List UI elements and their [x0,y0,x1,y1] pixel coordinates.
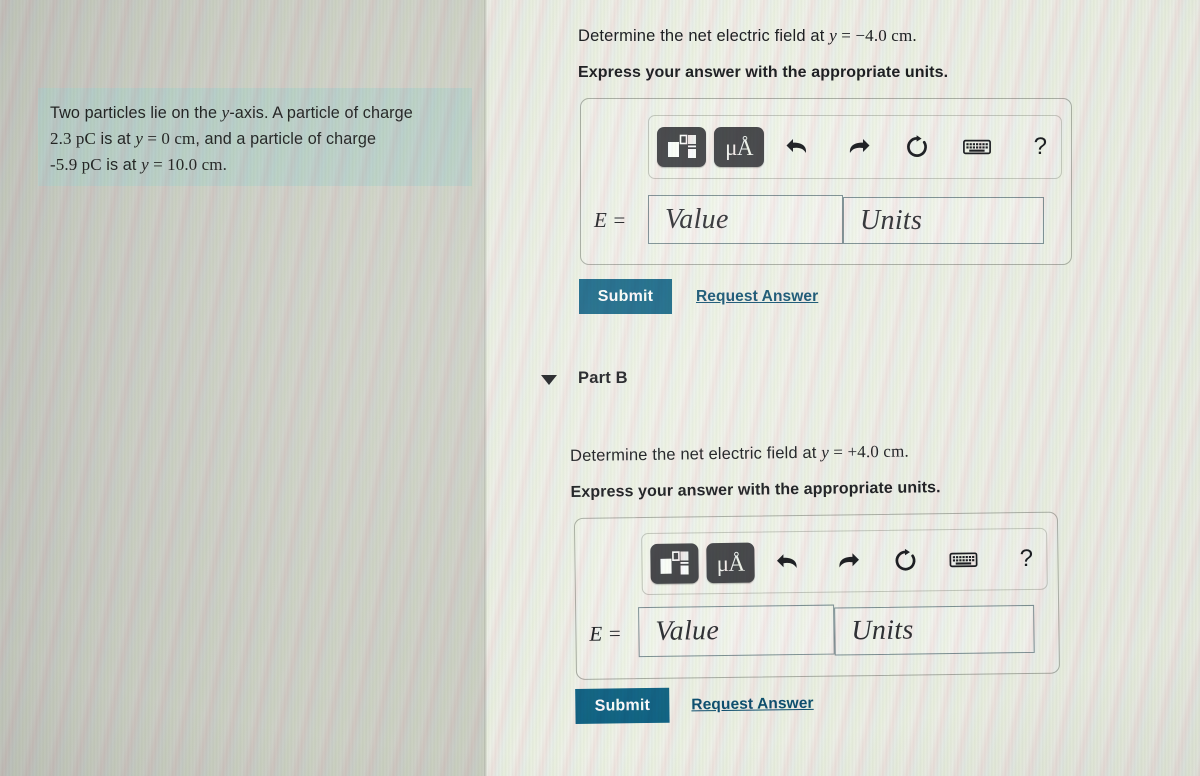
keyboard-icon [949,552,978,568]
part-b-collapse-toggle[interactable] [541,375,557,385]
part-a-submit-button[interactable]: Submit [579,279,672,314]
help-button-label: ? [1033,133,1047,160]
part-a-request-answer-link[interactable]: Request Answer [696,288,818,306]
part-b-value-input[interactable]: Value [638,604,835,658]
undo-arrow-icon [786,139,807,153]
units-button[interactable]: μÅ [706,542,755,584]
part-b-value-placeholder: Value [655,615,720,647]
redo-arrow-icon [849,139,870,153]
help-button[interactable]: ? [1020,127,1061,167]
math-template-button[interactable] [650,543,699,584]
reset-circle-icon [907,135,928,157]
part-b-title: Part B [578,369,628,387]
part-b-toolbar: μÅ ? [641,527,1048,596]
undo-button[interactable] [768,542,809,583]
screen-photo: Two particles lie on the y-axis. A parti… [0,0,1200,776]
undo-arrow-icon [777,554,797,569]
units-button-label: μÅ [716,550,745,576]
part-a-equation-label: E = [594,208,627,232]
help-button-label: ? [1019,544,1034,573]
keyboard-button[interactable] [943,540,984,581]
units-button-label: μÅ [725,134,754,160]
math-template-icon [667,134,696,158]
redo-button[interactable] [827,541,868,582]
part-b-units-input[interactable]: Units [834,604,1035,656]
part-b-submit-button[interactable]: Submit [575,687,670,724]
part-b-units-placeholder: Units [851,614,914,647]
part-b-question: Determine the net electric field at y = … [570,442,909,466]
part-b-instruction: Express your answer with the appropriate… [570,479,941,501]
reset-circle-icon [895,548,916,571]
reset-button[interactable] [885,540,926,581]
redo-arrow-icon [839,553,859,568]
math-template-icon [660,551,689,575]
part-a-value-input[interactable]: Value [648,195,843,244]
part-a-units-input[interactable]: Units [843,197,1044,244]
part-a-units-placeholder: Units [860,204,923,236]
keyboard-button[interactable] [956,127,997,167]
part-a-value-placeholder: Value [665,203,729,235]
help-button[interactable]: ? [1006,539,1047,580]
part-b-question-value: = +4.0 cm [828,441,905,462]
part-b-question-prefix: Determine the net electric field at [569,443,822,465]
part-b-question-suffix: . [904,441,909,461]
redo-button[interactable] [837,127,878,167]
units-button[interactable]: μÅ [714,127,764,167]
undo-button[interactable] [778,127,819,167]
keyboard-icon [962,139,991,155]
math-template-button[interactable] [657,127,707,167]
reset-button[interactable] [897,127,938,167]
part-b-request-answer-link[interactable]: Request Answer [691,695,814,715]
part-a-toolbar: μÅ ? [648,115,1062,179]
part-b-equation-label: E = [589,621,622,646]
